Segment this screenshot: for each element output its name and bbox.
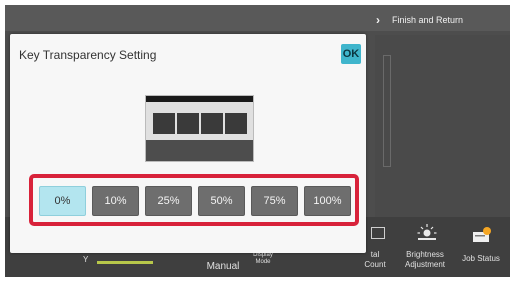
transparency-option-50[interactable]: 50%	[198, 186, 245, 216]
display-mode-button[interactable]: Display Mode	[248, 252, 278, 266]
brightness-adjustment-button[interactable]: Brightness Adjustment	[399, 250, 451, 270]
chevron-right-icon: ›	[376, 13, 380, 27]
y-label: Y	[83, 255, 89, 264]
preview-bottom-bar	[146, 140, 253, 161]
preview-key	[153, 113, 175, 134]
transparency-preview	[145, 95, 254, 162]
finish-and-return-label: Finish and Return	[392, 15, 464, 25]
y-level-bar	[97, 261, 153, 264]
total-count-button[interactable]: tal Count	[360, 250, 390, 270]
transparency-option-0[interactable]: 0%	[39, 186, 86, 216]
transparency-option-75[interactable]: 75%	[251, 186, 298, 216]
preview-key	[201, 113, 223, 134]
manual-button[interactable]: Manual	[198, 262, 248, 272]
counter-icon	[371, 227, 385, 239]
dialog-title: Key Transparency Setting	[19, 48, 157, 62]
transparency-option-25[interactable]: 25%	[145, 186, 192, 216]
brightness-icon	[417, 224, 437, 240]
transparency-option-10[interactable]: 10%	[92, 186, 139, 216]
preview-key	[177, 113, 199, 134]
key-transparency-dialog: Key Transparency Setting OK 0% 10% 25% 5…	[10, 34, 366, 253]
finish-and-return-button[interactable]: › Finish and Return	[370, 9, 510, 31]
ok-button[interactable]: OK	[341, 44, 361, 64]
preview-key	[225, 113, 247, 134]
job-status-button[interactable]: Job Status	[455, 254, 507, 264]
right-panel	[375, 35, 510, 220]
touch-panel-screen: › Finish and Return Y Manual Display Mod…	[5, 5, 510, 277]
panel-strip	[383, 55, 391, 167]
job-status-icon	[473, 227, 491, 242]
transparency-option-100[interactable]: 100%	[304, 186, 351, 216]
